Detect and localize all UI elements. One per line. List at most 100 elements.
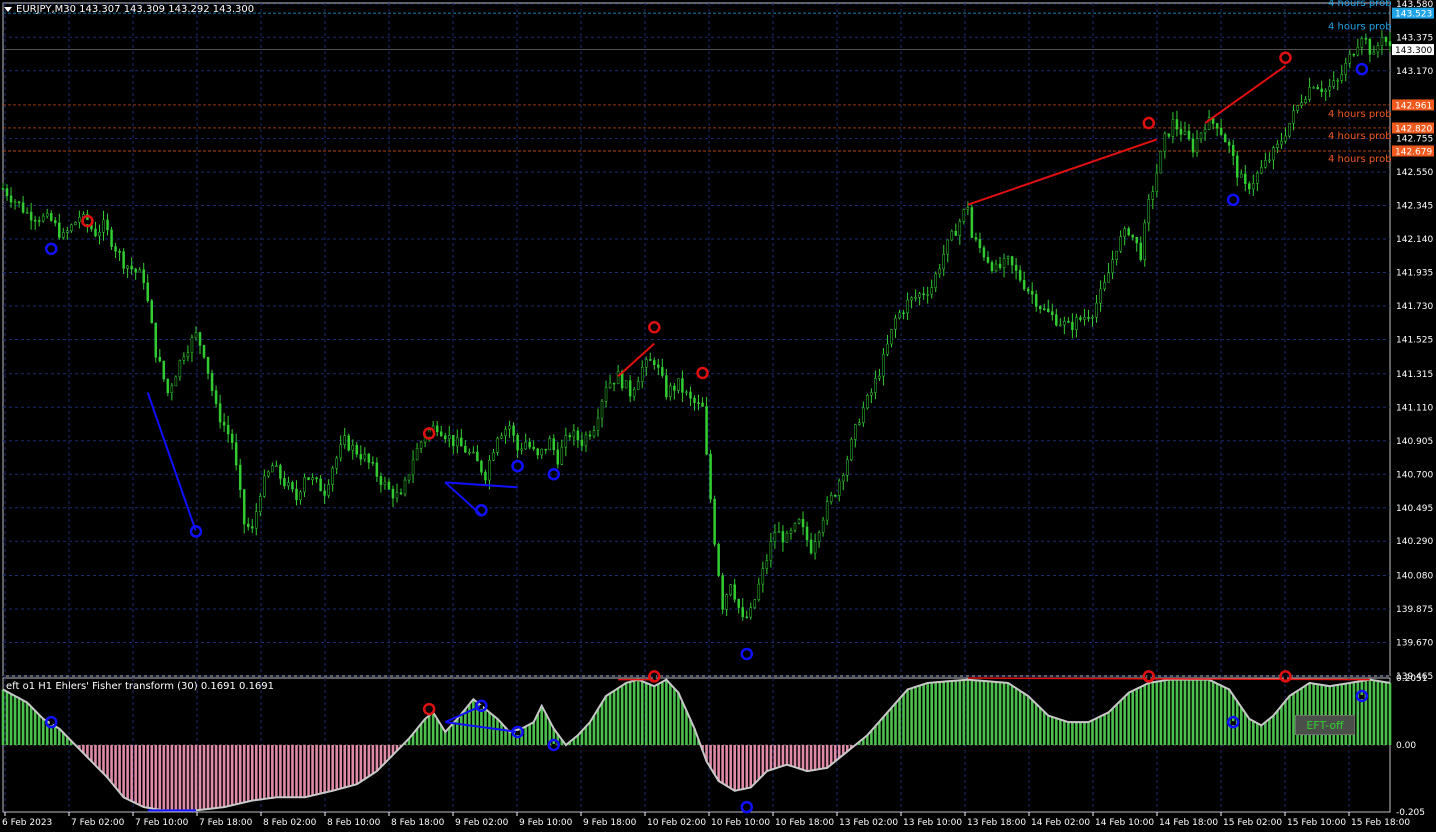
candle-body xyxy=(363,453,367,460)
price-tick-label: 141.525 xyxy=(1396,336,1433,346)
candle-body xyxy=(58,222,61,238)
candle-body xyxy=(1055,314,1058,326)
price-tick-label: 140.905 xyxy=(1396,437,1433,447)
candle-body xyxy=(1087,317,1090,319)
symbol-ohlc: EURJPY,M30 143.307 143.309 143.292 143.3… xyxy=(16,4,255,15)
candle-body xyxy=(1219,127,1223,135)
price-tick-label: 142.140 xyxy=(1396,235,1433,245)
candle-body xyxy=(194,332,198,338)
candle-body xyxy=(850,439,853,461)
price-tick-label: 140.495 xyxy=(1396,504,1433,514)
candle-body xyxy=(460,437,463,447)
candle-body xyxy=(628,380,632,397)
candle-body xyxy=(1131,234,1134,238)
candle-body xyxy=(5,188,9,197)
candle-body xyxy=(765,560,769,569)
candle-body xyxy=(323,490,326,496)
candle-body xyxy=(488,459,491,481)
candle-body xyxy=(383,481,387,485)
candle-body xyxy=(769,541,773,561)
candle-body xyxy=(564,435,568,448)
candle-body xyxy=(733,584,736,600)
candle-body xyxy=(1304,99,1307,103)
candle-body xyxy=(524,441,527,450)
candle-body xyxy=(118,251,121,253)
candle-body xyxy=(504,428,507,437)
candle-body xyxy=(162,360,166,380)
candle-body xyxy=(721,575,724,610)
time-axis-label: 14 Feb 18:00 xyxy=(1159,818,1218,828)
candle-body xyxy=(114,246,117,252)
candle-body xyxy=(359,454,363,460)
candle-body xyxy=(998,263,1002,268)
candle-body xyxy=(1239,173,1243,178)
candle-body xyxy=(182,356,186,361)
candle-body xyxy=(1328,86,1331,91)
candle-body xyxy=(705,406,708,455)
candle-body xyxy=(339,444,342,459)
candle-body xyxy=(1284,135,1287,142)
time-axis-label: 13 Feb 18:00 xyxy=(967,818,1026,828)
candle-body xyxy=(854,424,857,440)
candle-body xyxy=(1348,54,1352,64)
price-tick-label: 143.375 xyxy=(1396,33,1433,43)
candle-body xyxy=(1340,74,1344,81)
candle-body xyxy=(918,293,921,298)
candle-body xyxy=(45,213,49,217)
candle-body xyxy=(98,231,101,237)
candle-body xyxy=(1199,132,1203,140)
candle-body xyxy=(1179,128,1183,135)
indicator-title: eft o1 H1 Ehlers' Fisher transform (30) … xyxy=(6,681,275,692)
candle-body xyxy=(271,465,274,473)
candle-body xyxy=(777,531,781,534)
candle-body xyxy=(439,431,443,437)
candle-body xyxy=(540,448,543,456)
candle-body xyxy=(970,207,974,238)
candle-body xyxy=(1014,264,1018,271)
candle-body xyxy=(166,378,170,393)
price-tick-label: 140.700 xyxy=(1396,470,1433,480)
candle-body xyxy=(974,237,978,240)
candle-body xyxy=(516,435,519,451)
candle-body xyxy=(673,385,676,391)
candle-body xyxy=(210,373,214,391)
candle-body xyxy=(1376,45,1380,53)
level-tag-text: 142.679 xyxy=(1395,147,1432,157)
price-tick-label: 139.875 xyxy=(1396,605,1433,615)
candle-body xyxy=(858,422,861,425)
candle-body xyxy=(331,467,334,485)
time-axis-label: 6 Feb 2023 xyxy=(2,818,52,828)
candle-body xyxy=(644,359,648,368)
candle-body xyxy=(1147,199,1151,224)
candle-body xyxy=(472,451,475,454)
candle-body xyxy=(41,215,45,222)
indicator-header: eft o1 H1 Ehlers' Fisher transform (30) … xyxy=(6,681,274,692)
candle-body xyxy=(1119,236,1122,252)
candle-body xyxy=(946,239,950,255)
candle-body xyxy=(303,477,306,493)
chevron-down-icon[interactable] xyxy=(4,6,12,12)
candle-body xyxy=(749,607,753,618)
candle-body xyxy=(387,481,391,490)
candle-body xyxy=(966,207,970,210)
candle-body xyxy=(576,430,580,441)
candle-body xyxy=(789,530,793,534)
time-axis-label: 13 Feb 02:00 xyxy=(839,818,898,828)
candle-body xyxy=(1111,259,1114,273)
candle-body xyxy=(1276,143,1279,148)
candle-body xyxy=(837,480,841,496)
candle-body xyxy=(230,433,234,443)
candle-body xyxy=(307,477,310,480)
price-tick-label: 142.755 xyxy=(1396,135,1433,145)
candle-body xyxy=(536,448,539,456)
candle-body xyxy=(218,403,222,423)
eft-toggle-button[interactable]: EFT-off xyxy=(1295,715,1355,735)
candle-body xyxy=(572,430,576,438)
candle-body xyxy=(713,498,716,545)
candle-body xyxy=(259,496,262,512)
candle-body xyxy=(238,464,242,490)
candle-body xyxy=(74,221,77,226)
time-axis-label: 9 Feb 10:00 xyxy=(519,818,573,828)
candle-body xyxy=(1344,63,1348,75)
candle-body xyxy=(335,457,338,469)
